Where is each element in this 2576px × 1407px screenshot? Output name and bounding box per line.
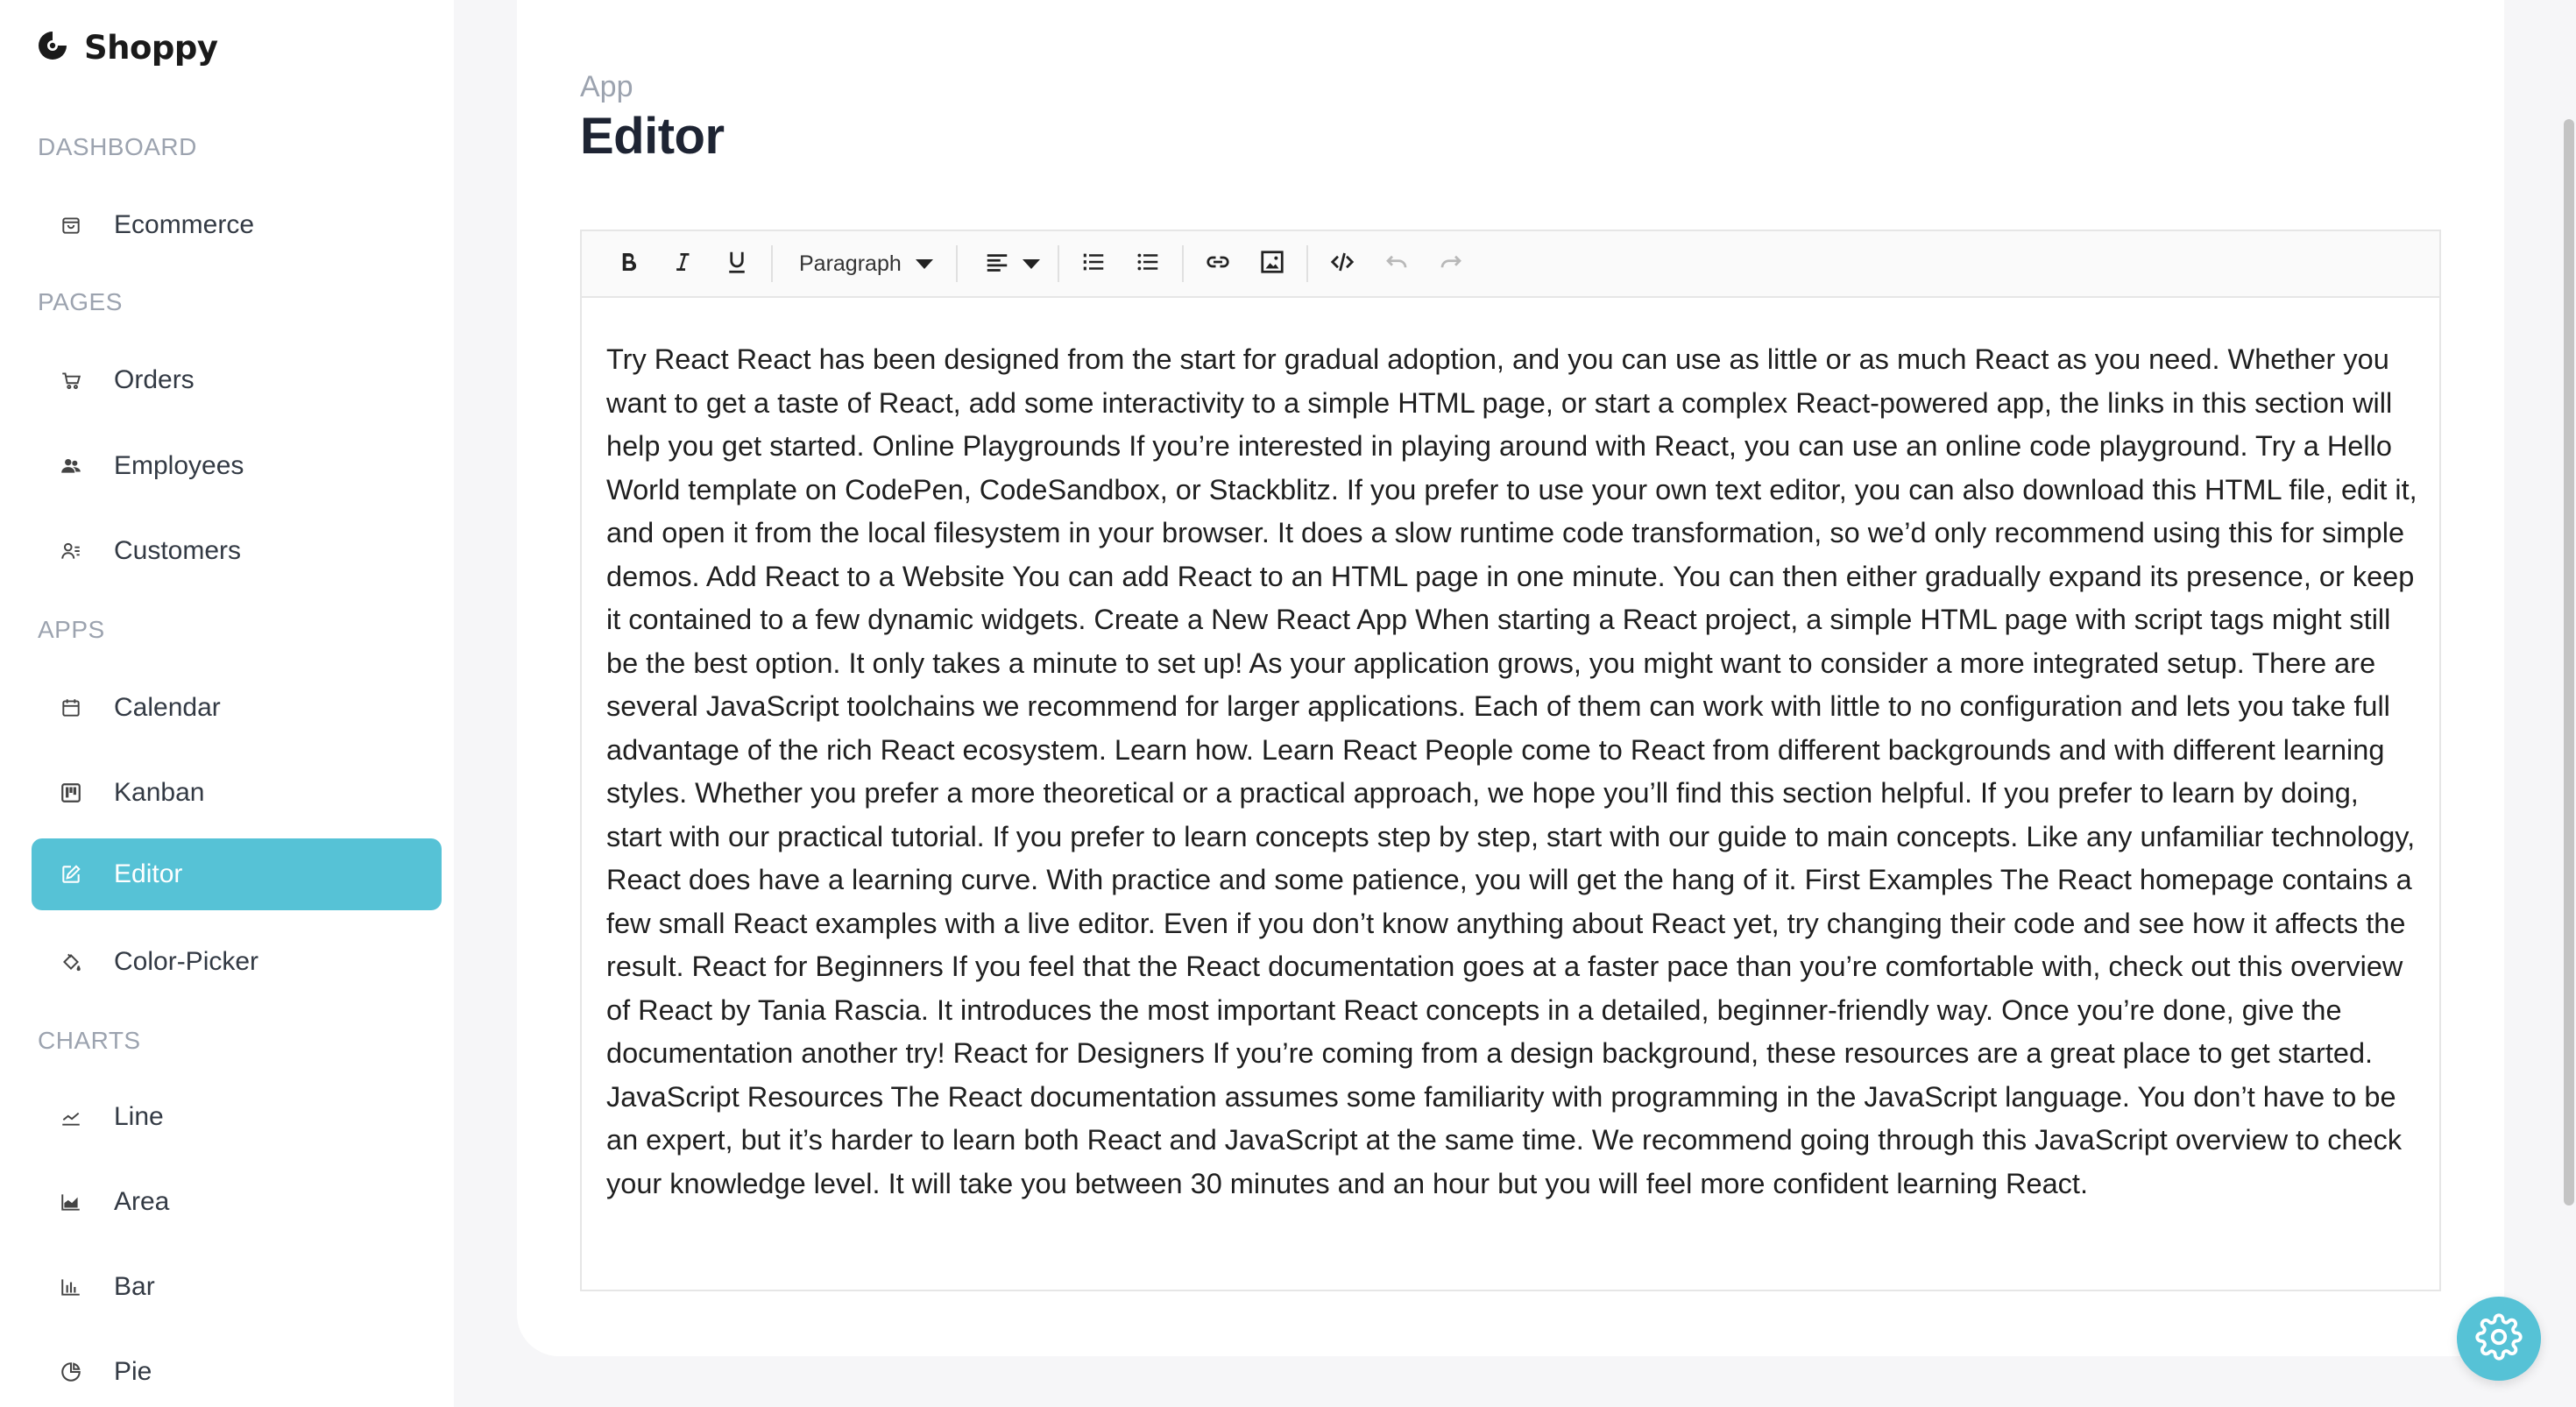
chevron-down-icon xyxy=(915,258,933,269)
kanban-icon xyxy=(58,780,84,806)
section-title-dashboard: DASHBOARD xyxy=(38,133,197,160)
sidebar-item-pie[interactable]: Pie xyxy=(32,1336,442,1407)
editor-toolbar: Paragraph xyxy=(582,231,2439,298)
redo-icon xyxy=(1438,249,1464,279)
sidebar-item-label: Kanban xyxy=(114,778,205,807)
chevron-down-icon xyxy=(1022,258,1040,269)
unordered-list-button[interactable] xyxy=(1121,237,1175,291)
undo-button[interactable] xyxy=(1369,237,1424,291)
sidebar-item-employees[interactable]: Employees xyxy=(32,430,442,502)
toolbar-divider xyxy=(1181,245,1184,282)
shopping-bag-icon xyxy=(58,212,84,238)
image-button[interactable] xyxy=(1245,237,1299,291)
bold-button[interactable] xyxy=(601,237,655,291)
app-logo[interactable]: Shoppy xyxy=(35,28,218,67)
sidebar-item-line[interactable]: Line xyxy=(32,1081,442,1153)
toolbar-divider xyxy=(771,245,773,282)
sidebar-item-label: Employees xyxy=(114,451,244,480)
italic-icon xyxy=(669,249,696,279)
sidebar: Shoppy DASHBOARD Ecommerce PAGES Orders … xyxy=(0,0,454,1407)
breadcrumb: App xyxy=(580,70,633,103)
shoppy-logo-icon xyxy=(35,28,70,67)
sidebar-item-label: Pie xyxy=(114,1357,152,1386)
format-select[interactable]: Paragraph xyxy=(780,237,949,291)
sidebar-item-customers[interactable]: Customers xyxy=(32,515,442,587)
paint-bucket-icon xyxy=(58,949,84,975)
sidebar-item-bar[interactable]: Bar xyxy=(32,1251,442,1323)
redo-button[interactable] xyxy=(1424,237,1478,291)
line-chart-icon xyxy=(58,1104,84,1130)
settings-button[interactable] xyxy=(2457,1297,2541,1381)
sidebar-item-label: Calendar xyxy=(114,693,221,722)
sidebar-item-orders[interactable]: Orders xyxy=(32,344,442,416)
sidebar-item-area[interactable]: Area xyxy=(32,1166,442,1238)
toolbar-divider xyxy=(1057,245,1059,282)
underline-icon xyxy=(724,249,750,279)
ordered-list-button[interactable] xyxy=(1066,237,1121,291)
editor-content[interactable]: Try React React has been designed from t… xyxy=(606,338,2418,1205)
align-dropdown[interactable] xyxy=(965,237,1051,291)
ordered-list-icon xyxy=(1080,249,1107,279)
undo-icon xyxy=(1384,249,1410,279)
section-title-charts: CHARTS xyxy=(38,1027,141,1054)
format-select-value: Paragraph xyxy=(799,251,902,276)
sidebar-item-label: Editor xyxy=(114,859,183,888)
toolbar-divider xyxy=(955,245,958,282)
sidebar-item-calendar[interactable]: Calendar xyxy=(32,672,442,744)
section-title-apps: APPS xyxy=(38,616,105,643)
calendar-icon xyxy=(58,695,84,721)
sidebar-item-editor[interactable]: Editor xyxy=(32,838,442,910)
bold-icon xyxy=(615,249,641,279)
contacts-icon xyxy=(58,538,84,564)
rich-text-editor: Paragraph Try React React has been desig… xyxy=(580,230,2441,1291)
page-title: Editor xyxy=(580,108,725,165)
sidebar-item-label: Color-Picker xyxy=(114,947,259,976)
sidebar-item-label: Orders xyxy=(114,365,195,394)
italic-button[interactable] xyxy=(655,237,710,291)
gear-icon xyxy=(2475,1312,2523,1365)
sidebar-item-kanban[interactable]: Kanban xyxy=(32,757,442,829)
sidebar-item-label: Area xyxy=(114,1187,170,1216)
sidebar-item-label: Bar xyxy=(114,1272,155,1301)
edit-icon xyxy=(58,861,84,887)
bar-chart-icon xyxy=(58,1274,84,1300)
area-chart-icon xyxy=(58,1189,84,1215)
source-code-button[interactable] xyxy=(1315,237,1369,291)
sidebar-item-label: Customers xyxy=(114,536,242,565)
image-icon xyxy=(1259,249,1285,279)
page-scrollbar[interactable] xyxy=(2564,119,2574,1205)
link-button[interactable] xyxy=(1191,237,1245,291)
pie-chart-icon xyxy=(58,1359,84,1385)
underline-button[interactable] xyxy=(710,237,764,291)
code-icon xyxy=(1329,249,1355,279)
cart-icon xyxy=(58,367,84,393)
align-left-icon xyxy=(984,249,1010,279)
sidebar-item-color-picker[interactable]: Color-Picker xyxy=(32,926,442,998)
people-icon xyxy=(58,453,84,479)
unordered-list-icon xyxy=(1135,249,1161,279)
sidebar-item-label: Ecommerce xyxy=(114,210,255,239)
app-name: Shoppy xyxy=(84,28,218,67)
section-title-pages: PAGES xyxy=(38,288,123,315)
sidebar-item-label: Line xyxy=(114,1102,164,1131)
sidebar-item-ecommerce[interactable]: Ecommerce xyxy=(32,189,442,261)
link-icon xyxy=(1205,249,1231,279)
toolbar-divider xyxy=(1306,245,1308,282)
